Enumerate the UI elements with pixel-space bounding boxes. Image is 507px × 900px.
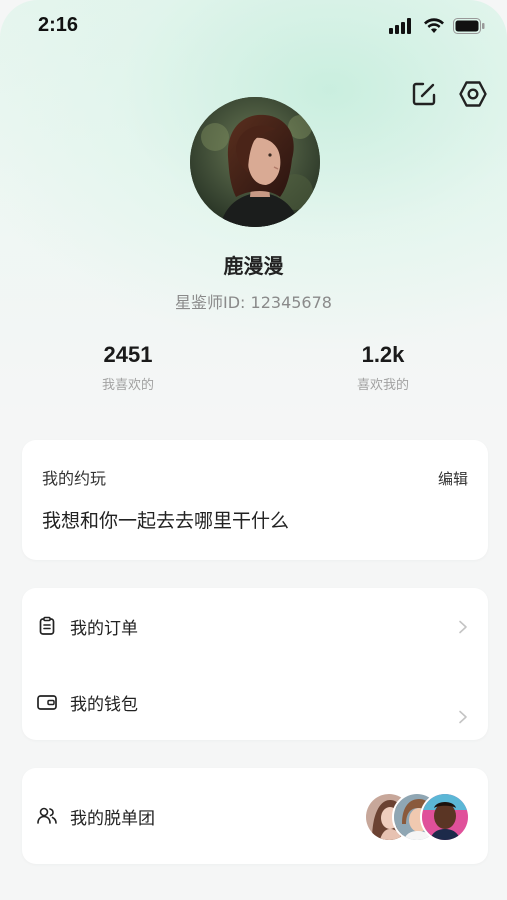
group-label: 我的脱单团 (70, 809, 155, 829)
member-avatar (420, 792, 470, 842)
stat-value: 2451 (103, 342, 153, 367)
user-id: 星鉴师ID: 12345678 (175, 293, 332, 312)
stat-value: 1.2k (361, 342, 405, 367)
menu-item-orders[interactable]: 我的订单 (22, 596, 488, 656)
member-avatars (364, 792, 470, 842)
cellular-signal-icon (389, 18, 415, 38)
date-card: 我的约玩 编辑 我想和你一起去去哪里干什么 (22, 440, 488, 560)
status-icons (389, 18, 485, 38)
menu-card: 我的订单 我的钱包 (22, 588, 488, 740)
menu-item-label: 我的订单 (70, 619, 138, 639)
stat-label: 我喜欢的 (101, 378, 154, 393)
settings-button[interactable] (457, 80, 489, 112)
edit-date-button[interactable]: 编辑 (438, 468, 468, 489)
chevron-right-icon (456, 710, 470, 724)
avatar[interactable] (190, 97, 320, 227)
wallet-icon (35, 690, 59, 714)
date-card-title: 我的约玩 (42, 469, 107, 488)
stat-liked-me[interactable]: 1.2k 喜欢我的 (313, 342, 453, 393)
status-bar: 2:16 (0, 0, 507, 56)
menu-item-label: 我的钱包 (70, 695, 138, 715)
users-icon (35, 804, 59, 828)
edit-square-icon (410, 80, 438, 112)
status-time: 2:16 (38, 14, 79, 36)
battery-icon (453, 18, 485, 38)
username: 鹿漫漫 (223, 254, 284, 278)
stat-i-liked[interactable]: 2451 我喜欢的 (58, 342, 198, 393)
clipboard-icon (35, 614, 59, 638)
wifi-icon (423, 18, 445, 38)
chevron-right-icon (456, 620, 470, 634)
singles-group-card[interactable]: 我的脱单团 (22, 768, 488, 864)
date-card-content: 我想和你一起去去哪里干什么 (42, 510, 290, 532)
stat-label: 喜欢我的 (356, 378, 409, 393)
hexagon-gear-icon (458, 79, 488, 113)
menu-item-wallet[interactable]: 我的钱包 (22, 672, 488, 732)
edit-profile-button[interactable] (408, 80, 440, 112)
